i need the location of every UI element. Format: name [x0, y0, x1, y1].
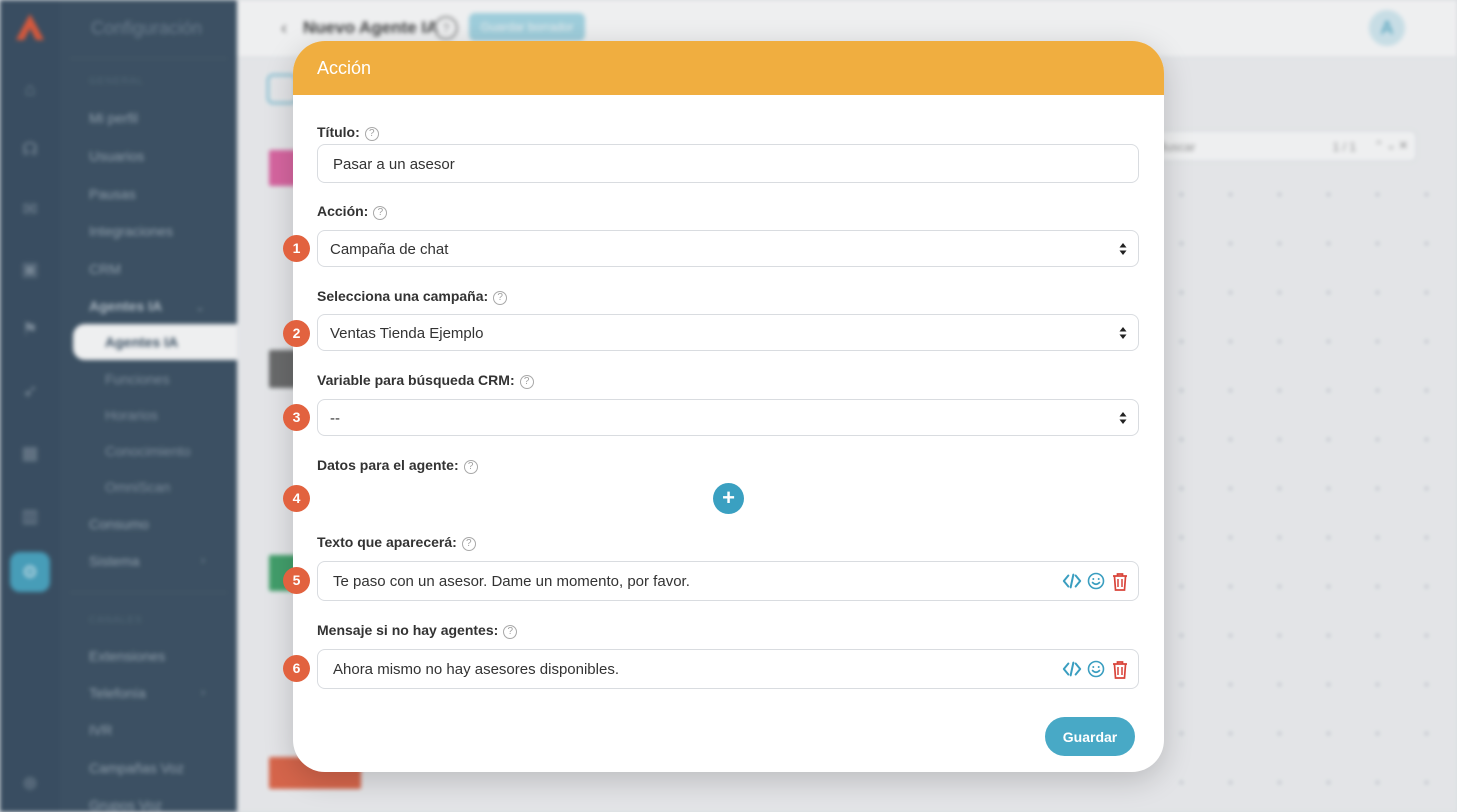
help-icon[interactable]: ? [463, 460, 478, 474]
save-button[interactable]: Guardar [1045, 717, 1135, 756]
code-icon[interactable] [1062, 659, 1082, 679]
trash-icon[interactable] [1110, 659, 1130, 679]
titulo-label: Título:? [317, 124, 379, 141]
help-icon[interactable]: ? [519, 375, 534, 389]
titulo-input[interactable]: Pasar a un asesor [317, 144, 1139, 183]
trash-icon[interactable] [1110, 571, 1130, 591]
datos-label-text: Datos para el agente: [317, 457, 459, 473]
scroll-fade [317, 705, 517, 717]
texto-label: Texto que aparecerá:? [317, 534, 476, 551]
variable-select-value: -- [330, 410, 340, 427]
campana-select-value: Ventas Tienda Ejemplo [330, 325, 484, 342]
mensaje-label: Mensaje si no hay agentes:? [317, 622, 518, 639]
step-badge-2: 2 [283, 320, 310, 347]
titulo-label-text: Título: [317, 124, 360, 140]
code-icon[interactable] [1062, 571, 1082, 591]
mensaje-input[interactable]: Ahora mismo no hay asesores disponibles. [317, 649, 1139, 689]
campana-label-text: Selecciona una campaña: [317, 288, 489, 304]
campana-select[interactable]: Ventas Tienda Ejemplo [317, 314, 1139, 351]
step-badge-1: 1 [283, 235, 310, 262]
accion-label-text: Acción: [317, 203, 369, 219]
modal-title: Acción [293, 41, 1164, 95]
variable-label: Variable para búsqueda CRM:? [317, 372, 534, 389]
help-icon[interactable]: ? [493, 291, 508, 305]
help-icon[interactable]: ? [364, 127, 379, 141]
help-icon[interactable]: ? [461, 537, 476, 551]
variable-select[interactable]: -- [317, 399, 1139, 436]
accion-label: Acción:? [317, 203, 388, 220]
campana-label: Selecciona una campaña:? [317, 288, 508, 305]
add-data-button[interactable]: + [713, 483, 744, 514]
text-tools [1062, 571, 1130, 591]
accion-select[interactable]: Campaña de chat [317, 230, 1139, 267]
texto-input[interactable]: Te paso con un asesor. Dame un momento, … [317, 561, 1139, 601]
select-arrows-icon [1119, 243, 1127, 255]
variable-label-text: Variable para búsqueda CRM: [317, 372, 515, 388]
emoji-icon[interactable] [1086, 571, 1106, 591]
step-badge-6: 6 [283, 655, 310, 682]
accion-select-value: Campaña de chat [330, 241, 449, 258]
step-badge-3: 3 [283, 404, 310, 431]
datos-label: Datos para el agente:? [317, 457, 478, 474]
step-badge-5: 5 [283, 567, 310, 594]
mensaje-label-text: Mensaje si no hay agentes: [317, 622, 499, 638]
texto-input-value: Te paso con un asesor. Dame un momento, … [333, 573, 690, 590]
action-modal: Acción Título:? Pasar a un asesor Acción… [293, 41, 1164, 772]
step-badge-4: 4 [283, 485, 310, 512]
help-icon[interactable]: ? [373, 206, 388, 220]
help-icon[interactable]: ? [503, 625, 518, 639]
emoji-icon[interactable] [1086, 659, 1106, 679]
texto-label-text: Texto que aparecerá: [317, 534, 457, 550]
text-tools [1062, 659, 1130, 679]
mensaje-input-value: Ahora mismo no hay asesores disponibles. [333, 661, 619, 678]
select-arrows-icon [1119, 412, 1127, 424]
select-arrows-icon [1119, 327, 1127, 339]
